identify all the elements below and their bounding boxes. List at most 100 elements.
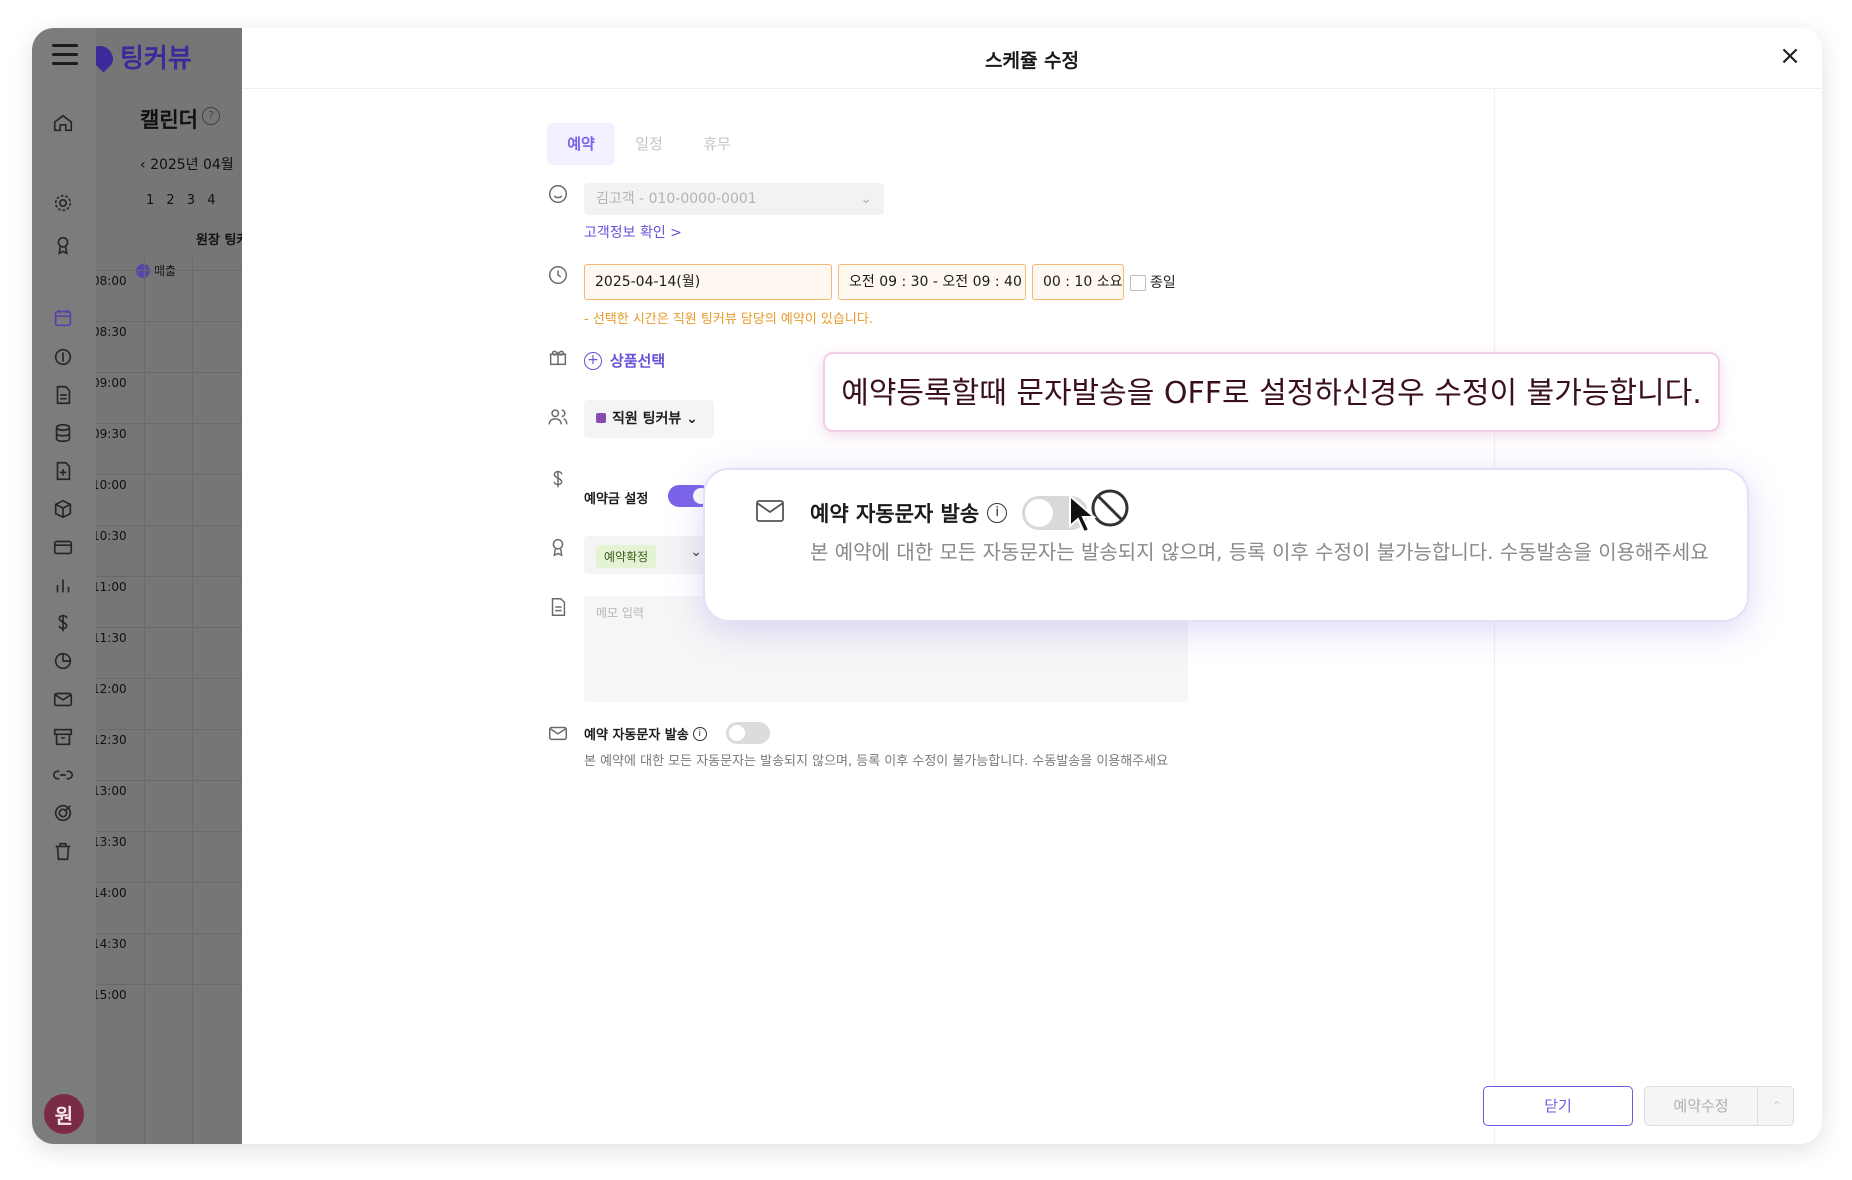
sms-label-text: 예약 자동문자 발송: [584, 728, 689, 743]
modal-header: 스케쥴 수정 ×: [242, 28, 1822, 89]
sms-auto-send-toggle[interactable]: [726, 722, 770, 744]
time-label: 12:00: [96, 682, 127, 696]
annotation-callout: 예약등록할때 문자발송을 OFF로 설정하신경우 수정이 불가능합니다.: [823, 352, 1720, 432]
link-icon[interactable]: [50, 762, 76, 788]
time-label: 13:30: [96, 835, 127, 849]
time-label: 15:00: [96, 988, 127, 1002]
plus-icon: +: [584, 351, 602, 370]
info-icon[interactable]: i: [692, 726, 707, 741]
grid-line: [192, 258, 193, 1144]
time-row-line: [96, 321, 242, 322]
zoom-sms-description: 본 예약에 대한 모든 자동문자는 발송되지 않으며, 등록 이후 수정이 불가…: [810, 540, 1709, 564]
save-reservation-button[interactable]: 예약수정 ⌃: [1644, 1086, 1794, 1126]
time-label: 12:30: [96, 733, 127, 747]
time-row-line: [96, 525, 242, 526]
chevron-down-icon: ⌄: [686, 411, 698, 427]
allday-label: 종일: [1150, 275, 1176, 291]
chevron-down-icon: ⌄: [860, 191, 872, 207]
time-row-line: [96, 627, 242, 628]
time-row-line: [96, 576, 242, 577]
time-row-line: [96, 882, 242, 883]
tab-reservation[interactable]: 예약: [547, 123, 615, 165]
tab-dayoff[interactable]: 휴무: [683, 123, 751, 165]
trash-icon[interactable]: [50, 838, 76, 864]
dollar-icon: [547, 468, 569, 490]
customer-info-link[interactable]: 고객정보 확인 >: [584, 222, 682, 242]
card-icon[interactable]: [50, 534, 76, 560]
time-row-line: [96, 780, 242, 781]
award-icon: [547, 536, 569, 558]
home-icon[interactable]: [50, 110, 76, 136]
pie-chart-icon[interactable]: [50, 648, 76, 674]
sms-zoom-card: 예약 자동문자 발송 i 본 예약에 대한 모든 자동문자는 발송되지 않으며, …: [703, 468, 1749, 622]
chevron-up-icon[interactable]: ⌃: [1757, 1087, 1796, 1125]
time-row-line: [96, 933, 242, 934]
toggle-knob: [729, 725, 745, 741]
customer-select[interactable]: 김고객 - 010-0000-0001 ⌄: [584, 183, 884, 215]
menu-icon[interactable]: [52, 44, 78, 66]
product-select-label: 상품선택: [610, 352, 666, 370]
clock-icon: [547, 264, 569, 286]
date-navigator[interactable]: ‹ 2025년 04월: [140, 154, 234, 174]
time-row-line: [96, 984, 242, 985]
help-icon[interactable]: ?: [202, 107, 220, 125]
coin-icon[interactable]: [50, 344, 76, 370]
box-icon[interactable]: [50, 496, 76, 522]
cursor-icon: [1069, 494, 1097, 534]
note-icon: [547, 596, 569, 618]
product-select-button[interactable]: + 상품선택: [584, 350, 665, 371]
deposit-label: 예약금 설정: [584, 492, 649, 507]
modal-title: 스케쥴 수정: [984, 50, 1079, 72]
calendar-background: 팅커뷰 캘린더 ? ‹ 2025년 04월 1 2 3 4 원장 팅커 매출 0…: [96, 28, 242, 1144]
time-row-line: [96, 474, 242, 475]
time-label: 14:00: [96, 886, 127, 900]
file-plus-icon[interactable]: [50, 458, 76, 484]
avatar[interactable]: 원: [44, 1094, 84, 1134]
time-row-line: [96, 831, 242, 832]
date-field[interactable]: 2025-04-14(월): [584, 264, 832, 300]
status-badge: 예약확정: [596, 545, 657, 568]
page-title: 캘린더: [140, 108, 198, 132]
date-label: 2025년 04월: [150, 157, 234, 173]
close-icon[interactable]: ×: [1776, 42, 1804, 70]
sms-description: 본 예약에 대한 모든 자동문자는 발송되지 않으며, 등록 이후 수정이 불가…: [584, 754, 1169, 769]
customer-value: 김고객 - 010-0000-0001: [596, 191, 757, 207]
close-button[interactable]: 닫기: [1483, 1086, 1633, 1126]
duration-field[interactable]: 00 : 10 소요: [1032, 264, 1124, 300]
document-icon[interactable]: [50, 382, 76, 408]
save-button-label: 예약수정: [1673, 1097, 1729, 1115]
chevron-down-icon: ⌄: [690, 544, 702, 560]
app-logo: 팅커뷰: [96, 38, 192, 75]
nav-rail: 원: [32, 28, 96, 1144]
status-select[interactable]: 예약확정 ⌄: [584, 536, 714, 574]
target-icon[interactable]: [50, 800, 76, 826]
bar-chart-icon[interactable]: [50, 572, 76, 598]
staff-select[interactable]: 직원 팅커뷰 ⌄: [584, 400, 714, 438]
time-label: 11:00: [96, 580, 127, 594]
dollar-icon[interactable]: [50, 610, 76, 636]
time-label: 09:30: [96, 427, 127, 441]
pin-icon: [96, 40, 118, 73]
archive-icon[interactable]: [50, 724, 76, 750]
mail-icon: [547, 722, 569, 744]
time-row-line: [96, 729, 242, 730]
grid-line: [144, 258, 145, 1144]
toggle-knob: [1025, 499, 1053, 527]
time-row-line: [96, 372, 242, 373]
gear-icon[interactable]: [50, 190, 76, 216]
schedule-type-tabs: 예약 일정 휴무: [547, 123, 751, 165]
time-label: 10:00: [96, 478, 127, 492]
time-range-field[interactable]: 오전 09 : 30 - 오전 09 : 40: [838, 264, 1026, 300]
award-icon[interactable]: [50, 232, 76, 258]
sms-auto-send-label: 예약 자동문자 발송 i: [584, 724, 707, 743]
allday-checkbox[interactable]: [1130, 275, 1146, 291]
staff-select-value: 직원 팅커뷰: [612, 411, 682, 427]
calendar-icon[interactable]: [42, 299, 84, 337]
staff-column-header: 원장 팅커: [196, 233, 242, 248]
week-tabs[interactable]: 1 2 3 4: [146, 193, 215, 208]
zoom-sms-label: 예약 자동문자 발송 i: [810, 498, 1008, 528]
database-icon[interactable]: [50, 420, 76, 446]
tab-schedule[interactable]: 일정: [615, 123, 683, 165]
zoom-sms-label-text: 예약 자동문자 발송: [810, 502, 980, 526]
mail-icon[interactable]: [50, 686, 76, 712]
